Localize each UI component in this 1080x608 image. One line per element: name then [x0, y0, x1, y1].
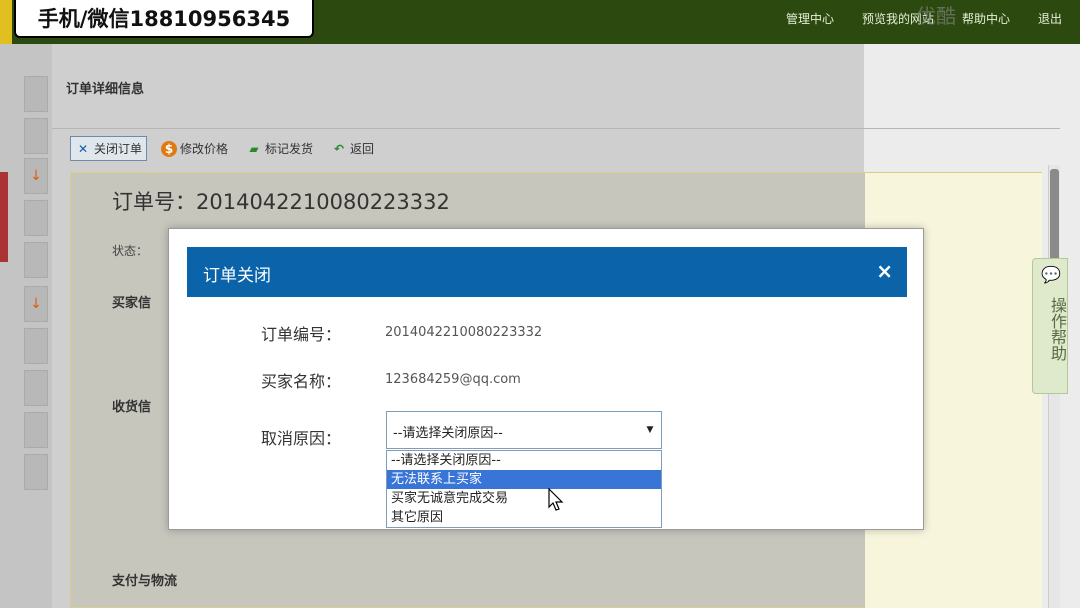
back-arrow-icon: ↶: [334, 141, 345, 156]
help-tab-label: 操作帮助: [1048, 297, 1067, 361]
sidebar-item[interactable]: [24, 76, 48, 112]
sidebar-item[interactable]: [24, 412, 48, 448]
buyer-name-value: 123684259@qq.com: [385, 372, 521, 387]
dropdown-arrow-icon[interactable]: ▼: [641, 414, 659, 446]
cancel-reason-label: 取消原因：: [261, 429, 342, 448]
buyer-info-heading: 买家信: [112, 296, 152, 311]
sidebar-item[interactable]: [24, 370, 48, 406]
buyer-name-label: 买家名称：: [261, 372, 342, 391]
receive-info-heading: 收货信: [112, 400, 152, 415]
chat-bubble-icon: 💬: [1041, 265, 1061, 284]
sidebar-item[interactable]: [24, 454, 48, 490]
edge-decoration: [0, 0, 12, 44]
reason-option[interactable]: --请选择关闭原因--: [387, 451, 661, 470]
order-status-label: 状态：: [112, 244, 149, 258]
close-order-label: 关闭订单: [94, 142, 143, 156]
mouse-cursor-icon: [548, 488, 564, 511]
help-tab[interactable]: 💬 操作帮助: [1032, 258, 1068, 394]
order-toolbar: ✕ 关闭订单 $ 修改价格 ▰ 标记发货 ↶ 返回: [70, 136, 378, 161]
reason-option[interactable]: 其它原因: [387, 508, 661, 527]
close-order-dialog: 订单关闭 × 订单编号： 2014042210080223332 买家名称： 1…: [168, 228, 924, 530]
sidebar-item[interactable]: [24, 242, 48, 278]
dialog-title: 订单关闭: [203, 266, 271, 286]
page-title: 订单详细信息: [66, 82, 145, 97]
sidebar-expand-arrow-icon[interactable]: ↓: [24, 158, 48, 194]
truck-icon: ▰: [249, 141, 259, 156]
price-icon: $: [161, 140, 178, 157]
edit-price-button[interactable]: $ 修改价格: [157, 137, 232, 160]
order-number-value: 2014042210080223332: [385, 325, 543, 340]
video-watermark: 优酷: [916, 4, 956, 28]
back-button[interactable]: ↶ 返回: [327, 137, 378, 160]
edit-price-label: 修改价格: [180, 142, 229, 156]
close-x-icon: ✕: [77, 141, 89, 156]
dialog-close-icon[interactable]: ×: [876, 259, 893, 283]
close-order-button[interactable]: ✕ 关闭订单: [70, 136, 148, 161]
contact-banner: 手机/微信18810956345: [14, 0, 314, 38]
cancel-reason-selected: --请选择关闭原因--: [393, 426, 503, 441]
back-label: 返回: [350, 142, 375, 156]
reason-option[interactable]: 买家无诚意完成交易: [387, 489, 661, 508]
sidebar-item[interactable]: [24, 118, 48, 154]
sidebar-accent: [0, 172, 8, 262]
mark-shipped-button[interactable]: ▰ 标记发货: [242, 137, 317, 160]
dialog-header: 订单关闭 ×: [187, 247, 907, 297]
nav-admin-center[interactable]: 管理中心: [786, 10, 834, 27]
sidebar-item[interactable]: [24, 328, 48, 364]
contact-banner-text: 手机/微信18810956345: [37, 7, 291, 31]
payment-logistics-heading: 支付与物流: [112, 574, 178, 589]
sidebar-item[interactable]: [24, 200, 48, 236]
nav-help-center[interactable]: 帮助中心: [962, 10, 1010, 27]
cancel-reason-select[interactable]: --请选择关闭原因-- ▼: [386, 411, 662, 449]
cancel-reason-options: --请选择关闭原因-- 无法联系上买家 买家无诚意完成交易 其它原因: [386, 450, 662, 528]
sidebar-expand-arrow-icon[interactable]: ↓: [24, 286, 48, 322]
heading-divider: [52, 128, 1060, 129]
reason-option[interactable]: 无法联系上买家: [387, 470, 661, 489]
mark-shipped-label: 标记发货: [265, 142, 314, 156]
order-number-heading: 订单号：2014042210080223332: [112, 190, 450, 214]
order-number-label: 订单编号：: [261, 325, 342, 344]
nav-logout[interactable]: 退出: [1038, 10, 1062, 27]
